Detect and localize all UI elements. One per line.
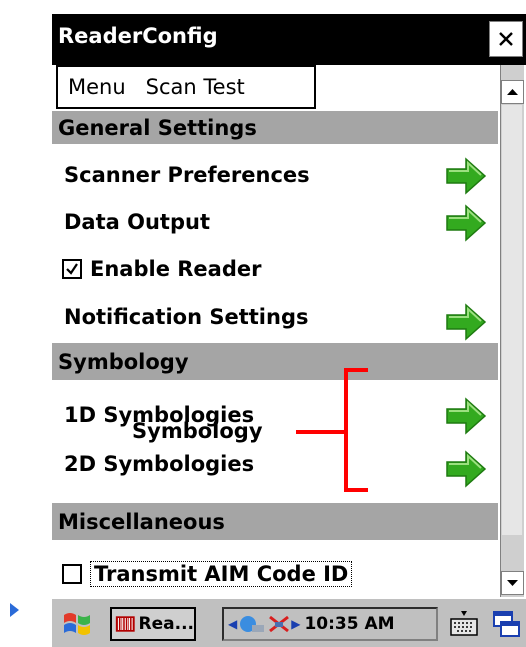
row-label: 1D Symbologies (64, 403, 255, 427)
keyboard-icon (450, 611, 478, 636)
row-label: Scanner Preferences (64, 163, 310, 187)
close-button[interactable] (489, 21, 523, 57)
section-header-general: General Settings (52, 111, 498, 144)
tray-arrow-left-icon[interactable]: ◀ (228, 617, 237, 631)
menu-bar: Menu Scan Test (56, 65, 316, 109)
right-arrow-icon[interactable] (444, 396, 488, 436)
row-enable-reader[interactable]: Enable Reader (52, 246, 498, 292)
row-2d-symbologies[interactable]: 2D Symbologies (52, 441, 498, 489)
start-button[interactable] (60, 607, 94, 641)
windows-flag-icon (64, 613, 90, 635)
row-notification-settings[interactable]: Notification Settings (52, 294, 498, 342)
settings-list: General Settings Scanner Preferences Dat… (52, 111, 500, 597)
clock[interactable]: 10:35 AM (304, 614, 394, 634)
triangle-up-icon (507, 89, 518, 95)
taskbar: Rea... ◀ ▶ 10:35 AM (52, 597, 526, 647)
row-label: Notification Settings (64, 305, 309, 329)
menu-item-scan-test[interactable]: Scan Test (136, 75, 255, 99)
row-transmit-aim-code-id[interactable]: Transmit AIM Code ID (52, 551, 498, 597)
section-header-label: General Settings (58, 115, 257, 140)
device-screen: ReaderConfig Menu Scan Test General Sett… (52, 14, 526, 647)
section-header-label: Symbology (58, 349, 189, 374)
tray-arrow-right-icon[interactable]: ▶ (291, 617, 300, 631)
right-arrow-icon[interactable] (444, 156, 488, 196)
row-label: 2D Symbologies (64, 452, 255, 476)
keyboard-button[interactable] (448, 607, 480, 641)
row-label: Transmit AIM Code ID (90, 561, 353, 587)
row-data-output[interactable]: Data Output (52, 199, 498, 245)
right-arrow-icon[interactable] (444, 203, 488, 243)
menu-item-menu[interactable]: Menu (58, 75, 136, 99)
right-arrow-icon[interactable] (444, 449, 488, 489)
row-scanner-preferences[interactable]: Scanner Preferences (52, 152, 498, 198)
triangle-down-icon (507, 580, 518, 586)
close-icon (499, 32, 513, 46)
windows-stack-icon (493, 611, 520, 637)
network-icon[interactable] (238, 613, 266, 635)
checkmark-icon (66, 263, 78, 275)
window-title: ReaderConfig (58, 24, 218, 48)
taskbar-app-button[interactable]: Rea... (110, 607, 196, 641)
right-arrow-icon[interactable] (444, 302, 488, 342)
row-label: Data Output (64, 210, 210, 234)
system-tray: ◀ ▶ 10:35 AM (222, 607, 438, 641)
scroll-up-button[interactable] (501, 80, 524, 104)
section-header-symbology: Symbology (52, 343, 498, 380)
section-header-miscellaneous: Miscellaneous (52, 503, 498, 540)
row-1d-symbologies[interactable]: 1D Symbologies (52, 392, 498, 438)
vertical-scrollbar[interactable] (500, 65, 524, 597)
scroll-down-button[interactable] (501, 571, 524, 595)
section-header-label: Miscellaneous (58, 509, 225, 534)
row-label: Enable Reader (90, 257, 262, 281)
transmit-aim-checkbox[interactable] (62, 564, 82, 584)
switch-window-button[interactable] (490, 607, 522, 641)
scroll-thumb[interactable] (502, 105, 522, 535)
no-connection-icon[interactable] (267, 613, 291, 635)
barcode-icon (115, 616, 135, 632)
left-arrow-marker (10, 603, 19, 617)
title-bar: ReaderConfig (52, 14, 526, 65)
enable-reader-checkbox[interactable] (62, 259, 82, 279)
taskbar-app-label: Rea... (138, 614, 194, 634)
